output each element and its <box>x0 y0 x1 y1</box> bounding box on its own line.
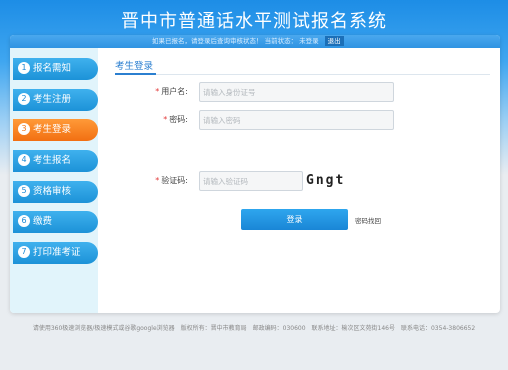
step-number-icon: 2 <box>18 92 30 105</box>
captcha-input[interactable] <box>199 171 303 191</box>
sidebar-item-label: 考生登录 <box>33 124 72 135</box>
captcha-image[interactable]: Gngt <box>306 173 345 188</box>
sidebar-item-review[interactable]: 5 资格审核 <box>13 181 98 203</box>
sidebar-item-label: 缴费 <box>33 216 53 227</box>
page-title: 晋中市普通话水平测试报名系统 <box>121 11 387 32</box>
required-mark-icon: * <box>155 87 160 96</box>
sidebar-item-label: 考生报名 <box>33 155 72 166</box>
sidebar-item-label: 考生注册 <box>33 94 72 105</box>
required-mark-icon: * <box>163 115 168 124</box>
main-panel: 如果已报名，请登录后查询审核状态！ 当前状态： 未登录 退出 1 报名需知 2 考生注… <box>10 35 500 313</box>
status-value: 未登录 <box>299 37 319 45</box>
password-input[interactable] <box>199 110 394 130</box>
sidebar-item-register[interactable]: 2 考生注册 <box>13 89 98 111</box>
captcha-label: * 验证码: <box>155 176 188 185</box>
find-password-link[interactable]: 密码找回 <box>355 215 381 225</box>
sidebar-item-apply[interactable]: 4 考生报名 <box>13 150 98 172</box>
status-notice: 如果已报名，请登录后查询审核状态！ <box>152 37 263 45</box>
step-number-icon: 3 <box>18 122 30 135</box>
status-bar: 如果已报名，请登录后查询审核状态！ 当前状态： 未登录 退出 <box>10 35 500 48</box>
sidebar: 1 报名需知 2 考生注册 3 考生登录 4 考生报名 5 资格审核 6 缴费 7 打印准考证 <box>10 48 98 313</box>
step-number-icon: 6 <box>18 214 30 227</box>
password-label: * 密码: <box>163 115 188 124</box>
sidebar-item-label: 打印准考证 <box>33 247 81 258</box>
step-number-icon: 5 <box>18 184 30 197</box>
sidebar-item-payment[interactable]: 6 缴费 <box>13 211 98 233</box>
logout-button[interactable]: 退出 <box>324 36 344 46</box>
tab-login[interactable]: 考生登录 <box>115 58 153 72</box>
login-button[interactable]: 登录 <box>241 209 348 230</box>
username-input[interactable] <box>199 82 394 102</box>
sidebar-item-label: 资格审核 <box>33 186 72 197</box>
step-number-icon: 7 <box>18 245 30 258</box>
sidebar-item-login[interactable]: 3 考生登录 <box>13 119 98 141</box>
login-section: 考生登录 *用户名: *密码: *验证码: Gngt 登录 密码找回 <box>98 48 500 313</box>
footer-text: 请使用360极速浏览器/极速模式或谷歌google浏览器 版权所有：晋中市教育局… <box>32 325 476 332</box>
status-label: 当前状态： <box>264 37 298 45</box>
step-number-icon: 4 <box>18 153 30 166</box>
sidebar-item-label: 报名需知 <box>33 63 72 74</box>
sidebar-item-notice[interactable]: 1 报名需知 <box>13 58 98 80</box>
sidebar-item-print-ticket[interactable]: 7 打印准考证 <box>13 242 98 264</box>
tab-active-indicator <box>115 73 156 75</box>
username-label: * 用户名: <box>155 87 188 96</box>
tab-divider <box>115 74 490 75</box>
step-number-icon: 1 <box>18 61 30 74</box>
required-mark-icon: * <box>155 176 160 185</box>
